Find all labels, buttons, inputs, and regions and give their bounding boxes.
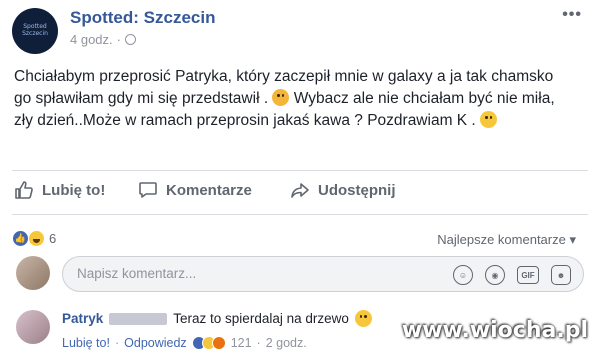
thumbs-up-icon [15, 181, 33, 199]
comment: Patryk Teraz to spierdalaj na drzewo [62, 310, 372, 327]
angry-reaction-icon [211, 336, 226, 350]
post-text: Chciałabym przeprosić Patryka, który zac… [14, 66, 574, 132]
facebook-post: Spotted Szczecin Spotted: Szczecin 4 godz… [0, 0, 600, 357]
page-avatar[interactable]: Spotted Szczecin [12, 8, 58, 54]
blurred-surname [109, 312, 168, 325]
sad-emoji-icon [272, 89, 290, 106]
comment-like-link[interactable]: Lubię to! [62, 336, 110, 350]
page-name[interactable]: Spotted: Szczecin [70, 8, 215, 28]
comment-reply-link[interactable]: Odpowiedz [124, 336, 187, 350]
comment-sort-dropdown[interactable]: Najlepsze komentarze ▾ [437, 232, 576, 248]
commenter-name[interactable]: Patryk [62, 311, 103, 326]
comment-button[interactable]: Komentarze [138, 180, 252, 200]
comment-input[interactable] [77, 266, 437, 281]
reaction-count: 6 [49, 231, 57, 246]
like-label: Lubię to! [42, 181, 106, 199]
comment-reactions[interactable] [191, 336, 226, 350]
camera-icon[interactable]: ◉ [485, 265, 505, 285]
meta-separator: · [116, 32, 121, 47]
emoji-icon[interactable]: ☺ [453, 265, 473, 285]
sticker-icon[interactable]: ☻ [551, 265, 571, 285]
share-arrow-icon [291, 183, 309, 198]
share-label: Udostępnij [318, 181, 396, 199]
meta-separator: · [256, 336, 261, 350]
comment-input-box[interactable]: ☺ ◉ GIF ☻ [62, 256, 584, 292]
post-time[interactable]: 4 godz. [70, 32, 113, 47]
watermark: www.wiocha.pl [401, 318, 588, 343]
more-options-icon[interactable]: ••• [562, 6, 582, 24]
comment-icon [139, 182, 157, 198]
share-button[interactable]: Udostępnij [290, 180, 396, 200]
gif-icon[interactable]: GIF [517, 266, 539, 284]
comment-time[interactable]: 2 godz. [266, 336, 307, 350]
page-logo: Spotted Szczecin [22, 23, 48, 37]
smile-emoji-icon [480, 111, 498, 128]
post-actions: Lubię to! Komentarze Udostępnij [0, 176, 600, 204]
haha-reaction-icon [28, 230, 45, 247]
comment-label: Komentarze [166, 181, 252, 199]
commenter-avatar[interactable] [16, 310, 50, 344]
post-meta: 4 godz. · [70, 32, 136, 47]
globe-icon [125, 34, 136, 45]
meta-separator: · [114, 336, 120, 350]
comment-tools: ☺ ◉ GIF ☻ [453, 265, 571, 285]
comment-reaction-count: 121 [230, 336, 252, 350]
like-reaction-icon: 👍 [12, 230, 29, 247]
user-avatar [16, 256, 50, 290]
divider [12, 170, 588, 171]
divider [12, 214, 588, 215]
like-button[interactable]: Lubię to! [14, 180, 105, 200]
comment-meta: Lubię to! · Odpowiedz 121 · 2 godz. [62, 336, 307, 350]
comment-text: Teraz to spierdalaj na drzewo [173, 311, 349, 326]
reactions-summary[interactable]: 👍 6 [12, 230, 56, 247]
smile-emoji-icon [354, 310, 372, 327]
